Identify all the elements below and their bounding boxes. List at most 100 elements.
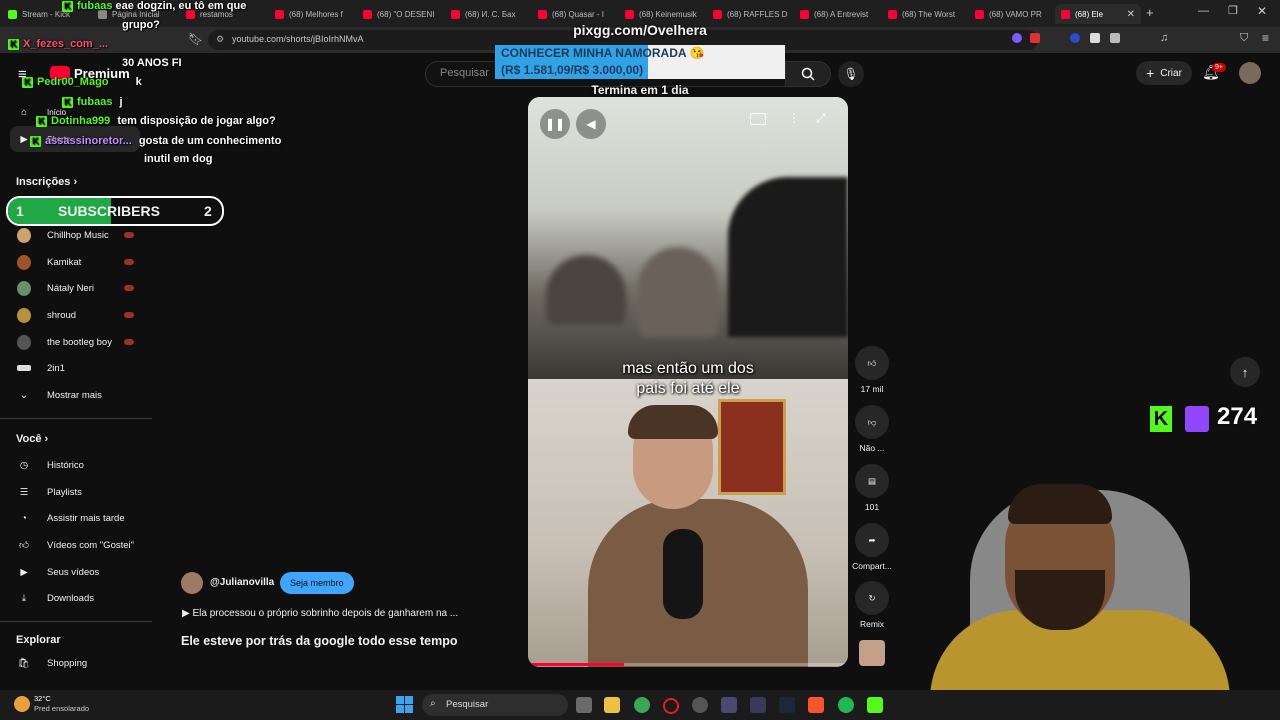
blurred-figure [546,255,626,325]
steam-icon[interactable] [779,697,795,713]
taskbar-search-input[interactable]: ⌕ Pesquisar [422,694,568,716]
share-button[interactable]: ➦ Compart... [850,523,894,571]
tab-youtube-7[interactable]: (68) Keinemusik [625,4,707,24]
new-tab-icon[interactable]: + [1146,5,1154,20]
maximize-icon[interactable]: ❐ [1228,4,1238,17]
volume-icon[interactable]: ◀ [576,109,606,139]
video-caption: mas então um dos pais foi até ele [622,360,754,397]
app-icon[interactable] [721,697,737,713]
close-window-icon[interactable]: ✕ [1257,4,1267,18]
comment-icon: ▤ [855,464,889,498]
dislike-button[interactable]: 👎︎ Não ... [852,405,892,453]
spotify-icon[interactable] [838,697,854,713]
sidebar-item-2in1[interactable]: 2in1 [0,355,150,381]
captions-icon[interactable] [750,113,766,125]
join-member-button[interactable]: Seja membro [280,572,354,594]
youtube-icon [713,9,722,19]
create-button[interactable]: + Criar [1136,61,1192,85]
comments-button[interactable]: ▤ 101 [852,464,892,512]
tab-active-short[interactable]: (68) Ele ✕ [1055,4,1141,24]
channel-avatar [17,280,31,296]
minimize-icon[interactable]: — [1198,5,1209,17]
channel-handle[interactable]: @Julianovilla [210,577,274,588]
site-settings-icon[interactable]: ⚙ [216,34,224,45]
search-button[interactable] [785,61,831,87]
app-icon[interactable] [750,697,766,713]
plus-icon: + [1146,65,1155,81]
chat-message: K Pedr00_Mago k [22,76,142,88]
live-indicator-icon [124,312,134,318]
windows-taskbar: 32°C Pred ensolarado ⌕ Pesquisar [0,690,1280,720]
media-icon[interactable]: ♫ [1160,32,1168,44]
windows-start-icon[interactable] [396,696,414,714]
opera-icon[interactable] [663,698,679,714]
app-icon[interactable] [692,697,708,713]
youtube-icon [975,9,984,19]
fullscreen-icon[interactable]: ⤢ [816,111,826,126]
sidebar-item-history[interactable]: ◷ Histórico [0,452,150,478]
tab-youtube-9[interactable]: (68) A Entrevist [800,4,882,24]
sidebar-item-shroud[interactable]: shroud [0,302,150,328]
kick-app-icon[interactable] [867,697,883,713]
channel-avatar[interactable] [181,572,203,594]
voice-search-icon[interactable]: 🎙︎ [838,61,864,87]
extension-icon[interactable] [1012,33,1022,43]
subscriptions-heading[interactable]: Inscrições › [16,176,77,188]
channel-avatar [17,307,31,323]
more-options-icon[interactable]: ⋮ [788,111,800,125]
menu-icon[interactable]: ≡ [1262,31,1269,45]
extension-icon[interactable] [1090,33,1100,43]
tab-youtube-10[interactable]: (68) The Worst [888,4,970,24]
task-view-icon[interactable] [576,697,592,713]
weather-icon[interactable] [14,696,30,712]
like-button[interactable]: 👍︎ 17 mil [852,346,892,394]
extension-icon[interactable] [1030,33,1040,43]
shopping-bag-icon: 🛍︎ [17,657,31,669]
sidebar-item-your-videos[interactable]: ▶ Seus vídeos [0,559,150,585]
tab-youtube-3[interactable]: (68) Melhores f [275,4,357,24]
weather-desc: Pred ensolarado [34,704,90,713]
sound-thumbnail[interactable] [859,640,885,666]
search-icon: ⌕ [430,698,436,709]
history-icon: ◷ [19,459,29,471]
brave-icon[interactable] [808,697,824,713]
short-video-player[interactable]: ❚❚ ◀ ⋮ ⤢ mas então um dos pais foi até e… [528,97,848,667]
youtube-icon [888,9,897,19]
tab-youtube-5[interactable]: (68) И. С. Бах [451,4,533,24]
bookmark-icon[interactable]: 🔖︎ [188,32,203,46]
extensions-puzzle-icon[interactable] [1110,33,1120,43]
chevron-down-icon: ⌄ [20,389,28,401]
sidebar-item-downloads[interactable]: ⤓ Downloads [0,585,150,611]
sidebar-item-playlists[interactable]: ☰ Playlists [0,479,150,505]
sidebar-item-shopping[interactable]: 🛍︎ Shopping [0,650,150,676]
shield-icon[interactable]: ⛉ [1240,32,1248,45]
chrome-icon[interactable] [634,697,650,713]
remix-icon: ↻ [855,581,889,615]
progress-track[interactable] [528,663,848,666]
close-tab-icon[interactable]: ✕ [1127,9,1135,20]
kick-badge-icon: K [36,116,47,127]
streamer-webcam [910,460,1240,690]
sidebar-item-watch-later[interactable]: ◔ Assistir mais tarde [0,505,150,531]
remix-button[interactable]: ↻ Remix [852,581,892,629]
live-indicator-icon [124,232,134,238]
tab-youtube-4[interactable]: (68) "O DESENI [363,4,445,24]
extension-icon[interactable] [1070,33,1080,43]
sidebar-item-bootleg-boy[interactable]: the bootleg boy [0,329,150,355]
tab-youtube-8[interactable]: (68) RAFFLES D [713,4,795,24]
video-frame-bottom [528,379,848,667]
sidebar-item-liked-videos[interactable]: 👍︎ Vídeos com "Gostei" [0,532,150,558]
video-description[interactable]: ▶ Ela processou o próprio sobrinho depoi… [182,608,458,619]
tab-youtube-6[interactable]: (68) Quasar - I [538,4,620,24]
show-more-button[interactable]: ⌄ Mostrar mais [0,382,150,408]
chat-message: grupo? [122,19,160,31]
account-avatar[interactable] [1239,62,1261,84]
pause-icon[interactable]: ❚❚ [540,109,570,139]
sidebar-item-kamikat[interactable]: Kamikat [0,249,150,275]
you-heading[interactable]: Você › [16,433,48,445]
donation-goal-deadline: Termina em 1 dia [591,83,689,97]
file-explorer-icon[interactable] [604,697,620,713]
sidebar-item-nataly[interactable]: Nátaly Neri [0,275,150,301]
scroll-up-icon[interactable]: ↑ [1230,357,1260,387]
tab-youtube-11[interactable]: (68) VAMO PR [975,4,1047,24]
